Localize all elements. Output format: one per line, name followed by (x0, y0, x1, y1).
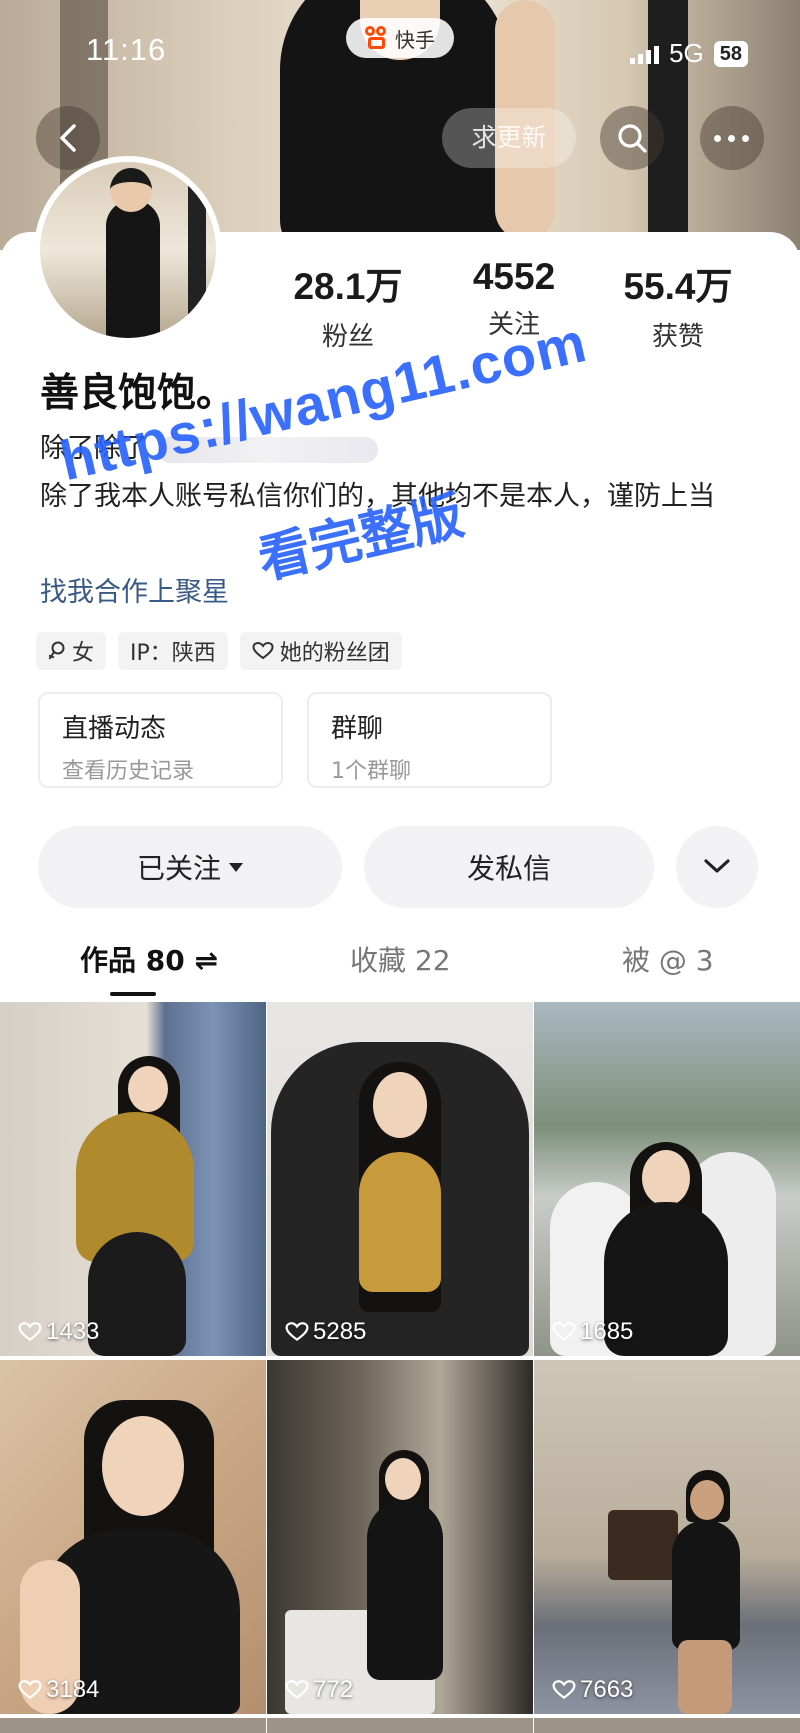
live-history-title: 直播动态 (62, 714, 167, 744)
battery-icon: 58 (713, 40, 748, 67)
work-item[interactable]: 5285 (267, 1002, 533, 1356)
chevron-down-icon (704, 859, 730, 873)
heart-outline-icon (18, 1680, 42, 1699)
followed-button[interactable]: 已关注 (38, 826, 342, 908)
like-count-value: 772 (313, 1676, 354, 1703)
like-count: 5285 (285, 1318, 366, 1346)
stat-followers[interactable]: 28.1万 粉丝 (268, 256, 428, 353)
tag-ip-location: IP：陕西 (118, 632, 228, 670)
tag-gender-label: 女 (72, 641, 95, 666)
signal-icon (630, 44, 660, 64)
group-chat-title: 群聊 (331, 714, 384, 744)
heart-outline-icon (285, 1322, 309, 1341)
like-count-value: 5285 (313, 1318, 367, 1345)
content-tabs: 作品 80 ⇌ 收藏 22 被 @ 3 (0, 934, 800, 996)
work-thumbnail (267, 1002, 533, 1356)
likes-label: 获赞 (651, 322, 704, 352)
profile-cards: 直播动态 查看历史记录 群聊 1个群聊 (38, 692, 552, 788)
business-cooperation-link[interactable]: 找我合作上聚星 (40, 570, 229, 609)
work-thumbnail (0, 1002, 266, 1356)
status-indicators: 5G 58 (630, 38, 748, 69)
like-count: 3184 (18, 1676, 99, 1704)
request-update-button[interactable]: 求更新 (442, 108, 576, 168)
kuaishou-logo-icon (365, 26, 389, 50)
heart-icon (252, 642, 274, 660)
work-thumbnail (534, 1360, 800, 1714)
following-count: 4552 (472, 256, 556, 297)
back-button[interactable] (36, 106, 100, 170)
work-item[interactable]: 3184 (0, 1360, 266, 1714)
profile-tags: 女 IP：陕西 她的粉丝团 (36, 632, 402, 670)
stat-likes[interactable]: 55.4万 获赞 (598, 256, 758, 353)
app-badge: 快手 (346, 18, 454, 58)
like-count: 772 (285, 1676, 353, 1704)
heart-outline-icon (18, 1322, 42, 1341)
live-history-subtitle: 查看历史记录 (62, 759, 195, 784)
heart-outline-icon (552, 1322, 576, 1341)
like-count-value: 1685 (580, 1318, 634, 1345)
tag-fan-club[interactable]: 她的粉丝团 (239, 632, 402, 670)
work-item[interactable]: 1685 (534, 1002, 800, 1356)
app-name: 快手 (395, 27, 435, 52)
work-item[interactable]: 7663 (534, 1360, 800, 1714)
heart-outline-icon (552, 1680, 576, 1699)
network-label: 5G (669, 38, 704, 68)
tab-mentions[interactable]: 被 @ 3 (622, 934, 714, 996)
tab-favorites[interactable]: 收藏 22 (350, 934, 451, 996)
work-thumbnail (0, 1360, 266, 1714)
status-time: 11:16 (86, 32, 167, 67)
more-dots-icon (714, 135, 749, 142)
expand-more-button[interactable] (676, 826, 758, 908)
work-thumbnail (534, 1002, 800, 1356)
like-count: 7663 (552, 1676, 633, 1704)
like-count-value: 3184 (46, 1676, 100, 1703)
work-item[interactable]: 772 (267, 1360, 533, 1714)
caret-down-icon (229, 862, 243, 872)
send-message-button[interactable]: 发私信 (364, 826, 654, 908)
like-count: 1685 (552, 1318, 633, 1346)
likes-count: 55.4万 (623, 266, 733, 307)
like-count-value: 7663 (580, 1676, 634, 1703)
tag-gender: 女 (36, 632, 107, 670)
works-grid: 1433 5285 1685 3184 772 7663 (0, 1002, 800, 1714)
profile-actions: 已关注 发私信 (38, 826, 758, 908)
more-options-button[interactable] (700, 106, 764, 170)
tab-works[interactable]: 作品 80 ⇌ (80, 934, 218, 996)
work-item[interactable]: 1433 (0, 1002, 266, 1356)
tag-ip-label: IP：陕西 (130, 641, 216, 666)
live-history-card[interactable]: 直播动态 查看历史记录 (38, 692, 283, 788)
search-button[interactable] (600, 106, 664, 170)
next-row-peek (0, 1718, 800, 1733)
work-thumbnail (267, 1360, 533, 1714)
like-count-value: 1433 (46, 1318, 100, 1345)
group-chat-subtitle: 1个群聊 (331, 759, 411, 784)
tag-fan-club-label: 她的粉丝团 (279, 641, 390, 666)
followers-label: 粉丝 (321, 322, 374, 352)
followers-count: 28.1万 (293, 266, 403, 307)
female-icon (48, 641, 65, 660)
avatar[interactable] (34, 156, 222, 344)
followed-label: 已关注 (136, 852, 221, 885)
chevron-left-icon (60, 124, 76, 152)
group-chat-card[interactable]: 群聊 1个群聊 (307, 692, 552, 788)
heart-outline-icon (285, 1680, 309, 1699)
search-icon (618, 124, 647, 153)
like-count: 1433 (18, 1318, 99, 1346)
